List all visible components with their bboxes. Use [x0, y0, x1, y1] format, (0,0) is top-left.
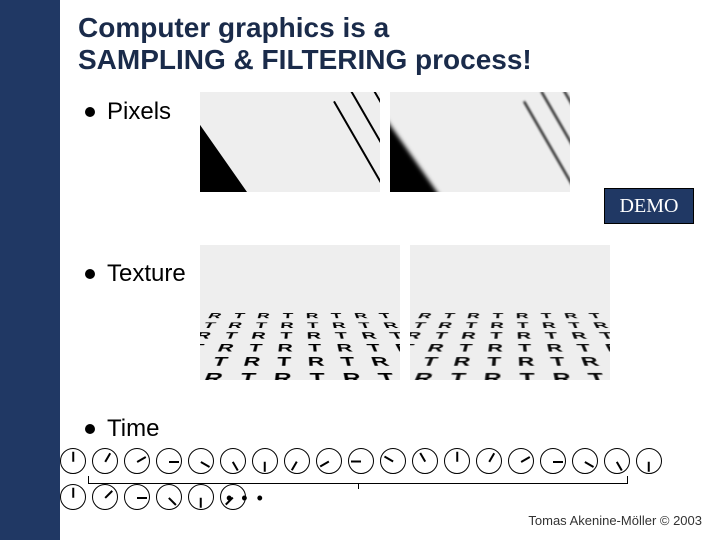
texture-image-aliased: RTRTRTRTTRTRTRTRRTRTRTRTTRTRTRTRRTRTRTRT… [200, 245, 400, 380]
clock-icon [412, 448, 438, 474]
ellipsis: • • • [226, 488, 265, 509]
bullet-time: Time [85, 415, 159, 443]
bullet-dot-icon [85, 269, 95, 279]
texture-grid: RTRTRTRTTRTRTRTRRTRTRTRTTRTRTRTRRTRTRTRT… [200, 312, 400, 380]
clock-icon [508, 448, 534, 474]
texture-grid: RTRTRTRTTRTRTRTRRTRTRTRTTRTRTRTRRTRTRTRT… [410, 312, 610, 380]
clock-icon [188, 448, 214, 474]
clock-icon [380, 448, 406, 474]
footer-credit: Tomas Akenine-Möller © 2003 [528, 513, 702, 528]
clock-icon [60, 484, 86, 510]
bullet-dot-icon [85, 107, 95, 117]
clock-icon [252, 448, 278, 474]
bullet-texture-label: Texture [107, 260, 186, 288]
pixels-image-antialiased [390, 92, 570, 192]
clock-icon [284, 448, 310, 474]
clock-icon [60, 448, 86, 474]
clock-icon [188, 484, 214, 510]
pixels-image-aliased [200, 92, 380, 192]
time-bracket [88, 476, 628, 484]
clock-icon [540, 448, 566, 474]
clock-icon [220, 448, 246, 474]
bullet-pixels-label: Pixels [107, 98, 171, 126]
clock-icon [124, 484, 150, 510]
bullet-pixels: Pixels [85, 98, 171, 126]
clock-icon [348, 448, 374, 474]
clock-icon [316, 448, 342, 474]
bullet-texture: Texture [85, 260, 186, 288]
texture-image-filtered: RTRTRTRTTRTRTRTRRTRTRTRTTRTRTRTRRTRTRTRT… [410, 245, 610, 380]
clock-icon [156, 484, 182, 510]
bullet-time-label: Time [107, 415, 159, 443]
clock-icon [636, 448, 662, 474]
clock-icon [156, 448, 182, 474]
slide-title: Computer graphics is a SAMPLING & FILTER… [78, 12, 532, 76]
clock-icon [92, 448, 118, 474]
clock-icon [476, 448, 502, 474]
clock-icon [124, 448, 150, 474]
demo-button-label: DEMO [620, 195, 679, 218]
title-line-2: SAMPLING & FILTERING process! [78, 44, 532, 75]
title-line-1: Computer graphics is a [78, 12, 389, 43]
bullet-dot-icon [85, 424, 95, 434]
clock-icon [604, 448, 630, 474]
demo-button[interactable]: DEMO [604, 188, 694, 224]
clock-icon [572, 448, 598, 474]
clock-icon [444, 448, 470, 474]
clock-icon [92, 484, 118, 510]
